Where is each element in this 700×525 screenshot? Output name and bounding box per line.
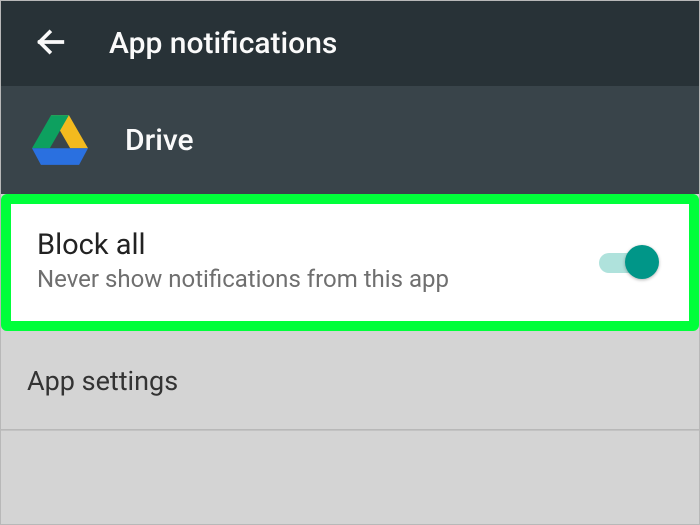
screen: App notifications Drive Block all Never … xyxy=(0,0,700,525)
appbar: App notifications xyxy=(1,1,699,86)
app-settings-row[interactable]: App settings xyxy=(1,331,699,430)
block-all-switch[interactable] xyxy=(599,244,663,280)
switch-thumb xyxy=(625,245,659,279)
app-settings-title: App settings xyxy=(27,365,673,397)
app-name: Drive xyxy=(125,123,194,158)
block-all-subtitle: Never show notifications from this app xyxy=(37,264,457,295)
divider xyxy=(1,430,699,431)
page-title: App notifications xyxy=(109,26,337,61)
app-header: Drive xyxy=(1,86,699,194)
back-arrow-icon xyxy=(34,25,68,63)
block-all-row[interactable]: Block all Never show notifications from … xyxy=(11,204,689,321)
drive-icon xyxy=(29,109,91,171)
back-button[interactable] xyxy=(29,22,73,66)
highlight-box: Block all Never show notifications from … xyxy=(1,194,699,331)
block-all-text: Block all Never show notifications from … xyxy=(37,228,579,295)
block-all-title: Block all xyxy=(37,228,579,262)
